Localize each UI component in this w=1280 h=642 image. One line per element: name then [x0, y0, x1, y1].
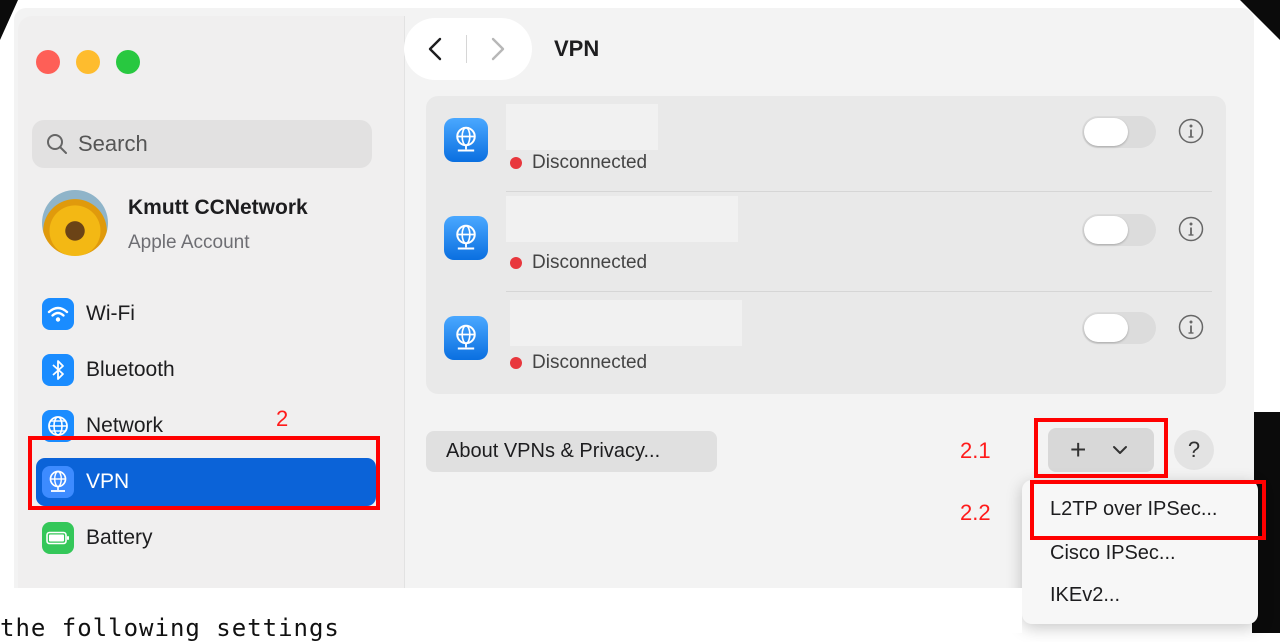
apple-account[interactable]: Kmutt CCNetwork Apple Account	[42, 190, 382, 260]
connection-toggle[interactable]	[1082, 116, 1156, 148]
highlight-add-button	[1034, 418, 1168, 478]
step-label: 2.2	[960, 500, 991, 525]
toggle-knob	[1084, 314, 1128, 342]
help-button[interactable]: ?	[1174, 430, 1214, 470]
status-text: Disconnected	[532, 152, 648, 173]
vpn-globe-icon	[444, 118, 488, 162]
battery-icon	[42, 522, 74, 554]
menu-item-ikev2[interactable]: IKEv2...	[1050, 584, 1120, 607]
search-field[interactable]	[32, 120, 372, 168]
vpn-globe-icon	[444, 216, 488, 260]
connection-status: Disconnected	[510, 252, 647, 274]
sidebar-item-label: Battery	[86, 526, 153, 549]
divider	[506, 191, 1212, 192]
back-button[interactable]	[404, 18, 466, 80]
connection-name	[506, 104, 658, 150]
sidebar-item-wifi[interactable]: Wi-Fi	[36, 290, 376, 338]
status-dot-icon	[510, 357, 522, 369]
sidebar-item-label: Wi-Fi	[86, 302, 135, 325]
account-subtitle: Apple Account	[128, 232, 250, 253]
forward-button[interactable]	[467, 18, 529, 80]
info-icon[interactable]	[1178, 314, 1204, 340]
account-name: Kmutt CCNetwork	[128, 196, 308, 219]
status-text: Disconnected	[532, 252, 648, 273]
minimize-window-button[interactable]	[76, 50, 100, 74]
close-window-button[interactable]	[36, 50, 60, 74]
toggle-knob	[1084, 118, 1128, 146]
status-dot-icon	[510, 257, 522, 269]
highlight-l2tp-item	[1030, 480, 1266, 540]
status-text: Disconnected	[532, 352, 648, 373]
sidebar-item-label: Network	[86, 414, 164, 437]
navigation-buttons	[404, 18, 532, 80]
info-icon[interactable]	[1178, 216, 1204, 242]
search-input[interactable]	[76, 130, 360, 158]
wifi-icon	[42, 298, 74, 330]
zoom-window-button[interactable]	[116, 50, 140, 74]
sidebar-item-bluetooth[interactable]: Bluetooth	[36, 346, 376, 394]
chevron-right-icon	[491, 37, 505, 61]
about-vpns-privacy-button[interactable]: About VPNs & Privacy...	[426, 431, 717, 472]
bluetooth-icon	[42, 354, 74, 386]
divider	[506, 291, 1212, 292]
menu-item-cisco-ipsec[interactable]: Cisco IPSec...	[1050, 542, 1176, 565]
connection-name	[506, 196, 738, 242]
caption-text: the following settings	[0, 614, 340, 642]
search-icon	[47, 134, 67, 154]
step-label: 2	[276, 406, 289, 431]
page-title: VPN	[554, 36, 600, 61]
vpn-connection-row[interactable]: Disconnected	[426, 296, 1226, 392]
info-icon[interactable]	[1178, 118, 1204, 144]
connection-status: Disconnected	[510, 352, 647, 374]
highlight-vpn-sidebar	[28, 436, 380, 510]
connection-status: Disconnected	[510, 152, 647, 174]
connection-toggle[interactable]	[1082, 214, 1156, 246]
vpn-connection-row[interactable]: Disconnected	[426, 196, 1226, 292]
avatar	[42, 190, 108, 256]
vpn-connection-list: Disconnected Disconnected Disconnected	[426, 96, 1226, 394]
sidebar-item-battery[interactable]: Battery	[36, 514, 376, 562]
chevron-left-icon	[428, 37, 442, 61]
connection-toggle[interactable]	[1082, 312, 1156, 344]
vpn-globe-icon	[444, 316, 488, 360]
connection-name	[510, 300, 742, 346]
status-dot-icon	[510, 157, 522, 169]
step-label: 2.1	[960, 438, 991, 463]
vpn-connection-row[interactable]: Disconnected	[426, 96, 1226, 192]
toggle-knob	[1084, 216, 1128, 244]
sidebar-item-label: Bluetooth	[86, 358, 175, 381]
